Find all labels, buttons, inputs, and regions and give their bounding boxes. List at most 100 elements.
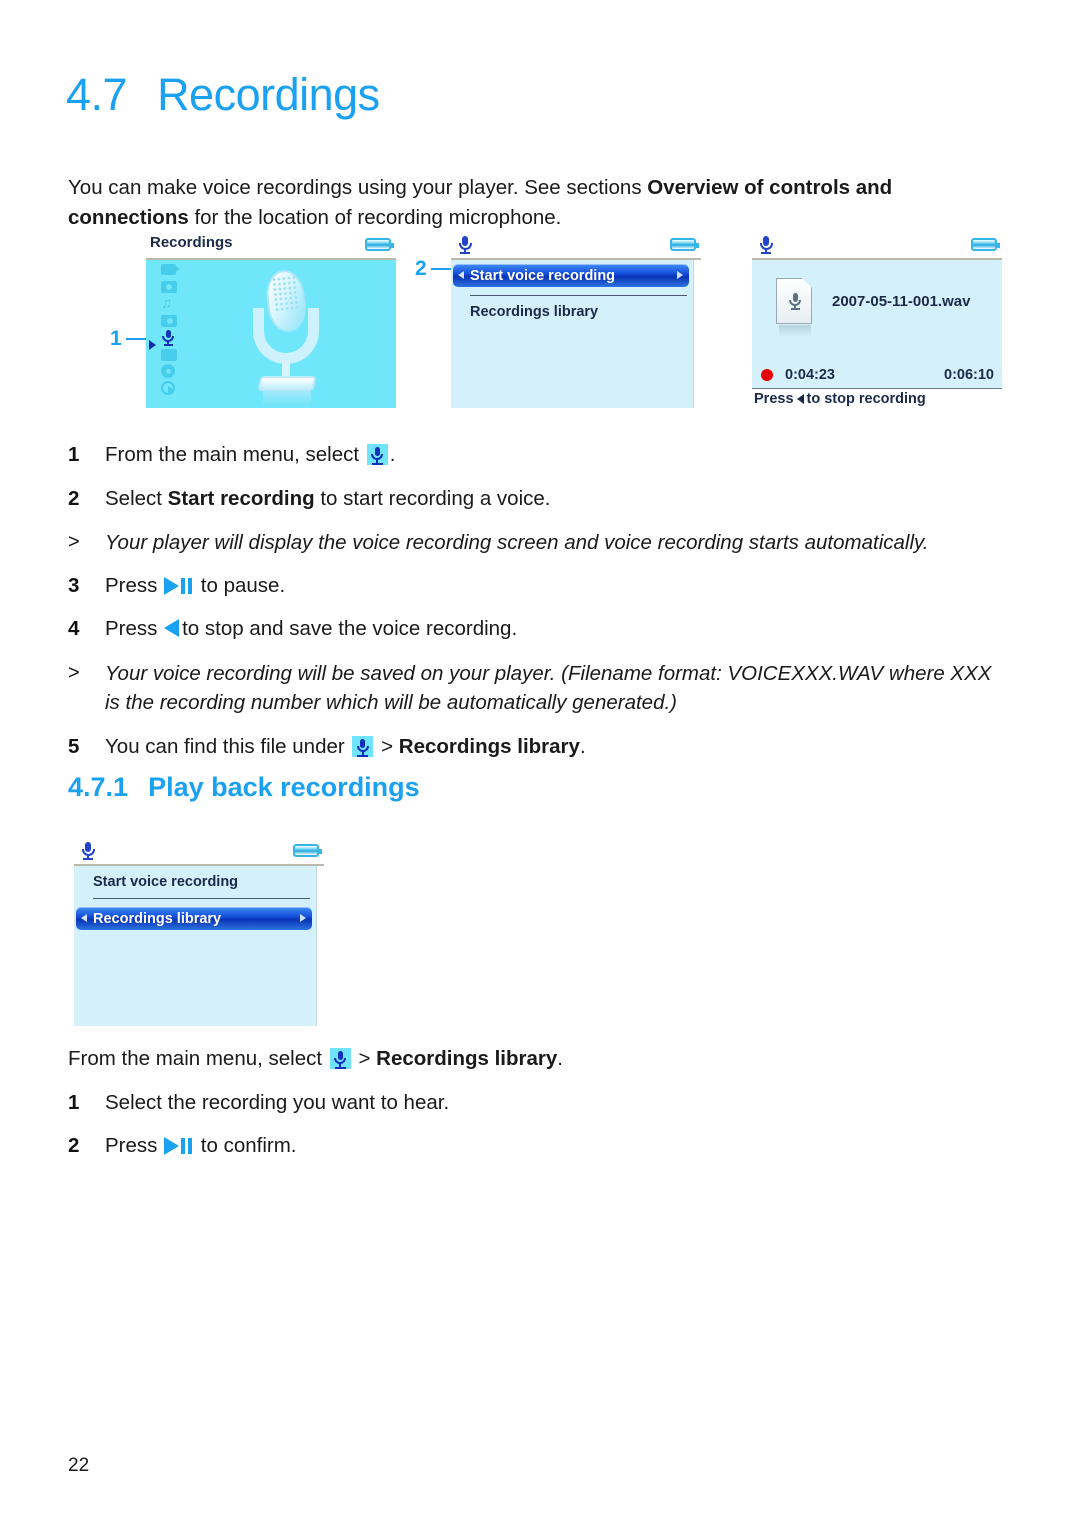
battery-icon bbox=[293, 844, 322, 857]
screen3-footer: Press to stop recording bbox=[752, 388, 1002, 411]
play-pause-icon bbox=[164, 1137, 194, 1155]
step-note-2-text: Your voice recording will be saved on yo… bbox=[105, 662, 992, 714]
callout-2-label: 2 bbox=[415, 257, 427, 280]
play-circle-icon[interactable] bbox=[161, 381, 179, 396]
lower-step-2-text-before: Press bbox=[105, 1134, 164, 1157]
screen1-title: Recordings bbox=[150, 234, 233, 251]
device-screenshot-main-menu: Recordings ♫ bbox=[146, 232, 396, 408]
device-screenshot-recording-active: 2007-05-11-001.wav 0:04:23 0:06:10 Press… bbox=[752, 232, 1002, 411]
device-screen-4: Start voice recording Recordings library bbox=[74, 838, 324, 1026]
step-4-text-after: to stop and save the voice recording. bbox=[182, 617, 518, 640]
step-2-text-before: Select bbox=[105, 487, 168, 510]
camera-icon[interactable] bbox=[161, 279, 179, 294]
battery-icon bbox=[971, 238, 1000, 251]
scrollbar[interactable] bbox=[693, 260, 701, 408]
elapsed-time: 0:04:23 bbox=[785, 367, 835, 383]
lower-intro-text-before: From the main menu, select bbox=[68, 1047, 328, 1070]
list-item-label: Start voice recording bbox=[470, 267, 616, 284]
list-item-recordings-library[interactable]: Recordings library bbox=[470, 304, 701, 320]
music-note-icon[interactable]: ♫ bbox=[161, 296, 179, 311]
list-item-recordings-library[interactable]: Recordings library bbox=[76, 907, 312, 930]
step-4: 4 Press to stop and save the voice recor… bbox=[68, 614, 1008, 643]
lower-step-2: 2 Press to confirm. bbox=[68, 1131, 1008, 1160]
device-screenshot-recordings-library: Start voice recording Recordings library bbox=[74, 838, 324, 1026]
play-pause-icon bbox=[164, 577, 194, 595]
footer-text-before: Press bbox=[754, 391, 794, 407]
lower-step-1: 1 Select the recording you want to hear. bbox=[68, 1088, 1008, 1117]
total-time: 0:06:10 bbox=[944, 367, 994, 383]
step-1-marker: 1 bbox=[68, 443, 80, 466]
step-4-text: Press to stop and save the voice recordi… bbox=[105, 614, 1008, 643]
callout-1-leader bbox=[125, 337, 146, 341]
step-5: 5 You can find this file under > Recordi… bbox=[68, 732, 1008, 761]
left-arrow-icon bbox=[796, 394, 804, 404]
intro-paragraph: You can make voice recordings using your… bbox=[68, 173, 998, 233]
screen1-body: ♫ bbox=[146, 260, 396, 408]
lower-step-2-marker: 2 bbox=[68, 1134, 80, 1157]
step-5-marker: 5 bbox=[68, 735, 80, 758]
scrollbar[interactable] bbox=[316, 866, 324, 1026]
microphone-icon bbox=[366, 444, 388, 465]
chevron-left-icon bbox=[81, 914, 87, 922]
step-3-text: Press to pause. bbox=[105, 571, 1008, 600]
lower-intro-text-mid: > bbox=[352, 1047, 377, 1070]
steps-lower: From the main menu, select > Recordings … bbox=[68, 1044, 1008, 1160]
step-1: 1 From the main menu, select . bbox=[68, 440, 1008, 469]
gear-icon[interactable] bbox=[161, 364, 179, 379]
footer-text-after: to stop recording bbox=[806, 391, 926, 407]
microphone-icon bbox=[758, 235, 774, 255]
main-menu-icon-strip: ♫ bbox=[158, 262, 182, 396]
list-item-start-voice-recording[interactable]: Start voice recording bbox=[93, 874, 324, 890]
device-screenshot-recordings-menu: Start voice recording Recordings library bbox=[451, 232, 701, 408]
page-title: 4.7 Recordings bbox=[66, 72, 380, 117]
step-3-text-after: to pause. bbox=[195, 574, 286, 597]
step-4-marker: 4 bbox=[68, 617, 80, 640]
chevron-right-icon bbox=[300, 914, 306, 922]
camera-radio-icon[interactable] bbox=[161, 313, 179, 328]
lower-step-2-text: Press to confirm. bbox=[105, 1131, 1008, 1160]
step-note-1-marker: > bbox=[68, 531, 80, 553]
list-divider bbox=[93, 898, 310, 899]
device-screen-3: 2007-05-11-001.wav 0:04:23 0:06:10 Press… bbox=[752, 232, 1002, 411]
step-1-text-before: From the main menu, select bbox=[105, 443, 365, 466]
screen2-titlebar bbox=[451, 232, 701, 260]
screen1-titlebar: Recordings bbox=[146, 232, 396, 260]
lower-intro-bold: Recordings library bbox=[376, 1047, 558, 1070]
device-screen-1: Recordings ♫ bbox=[146, 232, 396, 408]
microphone-icon bbox=[457, 235, 473, 255]
video-camera-icon[interactable] bbox=[161, 262, 179, 277]
callout-1: 1 bbox=[110, 327, 146, 351]
lower-intro-line: From the main menu, select > Recordings … bbox=[68, 1044, 1008, 1073]
step-note-1-text: Your player will display the voice recor… bbox=[105, 531, 929, 554]
recording-filename: 2007-05-11-001.wav bbox=[832, 293, 971, 310]
selection-arrow-icon bbox=[149, 340, 156, 350]
chevron-right-icon bbox=[677, 271, 683, 279]
screen3-body: 2007-05-11-001.wav 0:04:23 0:06:10 bbox=[752, 260, 1002, 388]
step-5-text-mid: > bbox=[375, 735, 399, 758]
lower-step-1-text: Select the recording you want to hear. bbox=[105, 1091, 450, 1114]
subsection-number: 4.7.1 bbox=[68, 772, 129, 802]
subsection-heading-text: Play back recordings bbox=[148, 772, 420, 802]
chevron-left-icon bbox=[458, 271, 464, 279]
microphone-icon bbox=[80, 841, 96, 861]
callout-2: 2 bbox=[415, 257, 451, 281]
lower-intro-text-after: . bbox=[557, 1047, 563, 1070]
microphone-icon bbox=[352, 736, 374, 757]
step-5-text-after: . bbox=[579, 735, 586, 758]
callout-2-leader bbox=[430, 267, 451, 271]
microphone-icon[interactable] bbox=[161, 330, 179, 346]
step-note-2-marker: > bbox=[68, 662, 80, 684]
step-5-text: You can find this file under > Recording… bbox=[105, 732, 1008, 761]
recording-status-bar: 0:04:23 0:06:10 bbox=[752, 365, 1002, 385]
step-1-text-after: . bbox=[389, 443, 396, 466]
step-2-text: Select Start recording to start recordin… bbox=[105, 484, 1008, 513]
list-item-start-voice-recording[interactable]: Start voice recording bbox=[453, 264, 689, 287]
step-2: 2 Select Start recording to start record… bbox=[68, 484, 1008, 513]
screen4-titlebar bbox=[74, 838, 324, 866]
record-dot-icon bbox=[761, 369, 773, 381]
folder-icon[interactable] bbox=[161, 347, 179, 362]
section-number: 4.7 bbox=[66, 69, 128, 120]
callout-1-label: 1 bbox=[110, 327, 122, 350]
battery-icon bbox=[670, 238, 699, 251]
page-number: 22 bbox=[68, 1455, 90, 1476]
